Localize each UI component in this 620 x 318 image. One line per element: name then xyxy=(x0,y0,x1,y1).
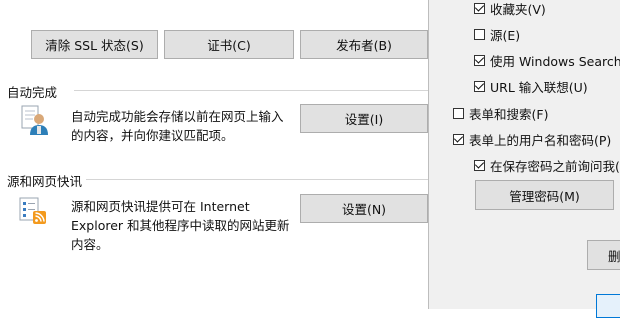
checkbox-feeds-label: 源(E) xyxy=(490,28,521,43)
feeds-description: 源和网页快讯提供可在 Internet Explorer 和其他程序中读取的网站… xyxy=(71,197,290,254)
checkbox-forms-searches-box[interactable] xyxy=(453,108,464,119)
checkbox-url-suggestions[interactable]: URL 输入联想(U) xyxy=(474,77,588,96)
delete-history-button[interactable]: 删 xyxy=(587,240,620,270)
checkbox-usernames-passwords[interactable]: 表单上的用户名和密码(P) xyxy=(453,130,611,149)
feeds-description-line1: 源和网页快讯提供可在 Internet xyxy=(71,199,250,214)
checkbox-forms-searches[interactable]: 表单和搜索(F) xyxy=(453,104,548,123)
feeds-divider xyxy=(86,179,428,180)
checkbox-forms-searches-label: 表单和搜索(F) xyxy=(469,107,549,122)
checkbox-windows-search[interactable]: 使用 Windows Search 获 xyxy=(474,51,620,70)
publishers-button[interactable]: 发布者(B) xyxy=(300,30,428,59)
clear-ssl-state-button[interactable]: 清除 SSL 状态(S) xyxy=(31,30,158,59)
checkbox-favorites-label: 收藏夹(V) xyxy=(490,2,546,17)
feeds-section-title: 源和网页快讯 xyxy=(7,174,83,189)
checkbox-windows-search-label: 使用 Windows Search 获 xyxy=(490,54,620,69)
ok-button-partial[interactable] xyxy=(596,294,620,318)
checkbox-favorites-box[interactable] xyxy=(474,3,485,14)
checkbox-favorites[interactable]: 收藏夹(V) xyxy=(474,0,546,18)
feeds-icon xyxy=(18,196,48,226)
autocomplete-description: 自动完成功能会存储以前在网页上输入 的内容，并向你建议匹配项。 xyxy=(71,107,284,145)
autocomplete-description-line2: 的内容，并向你建议匹配项。 xyxy=(71,128,234,143)
checkbox-url-suggestions-label: URL 输入联想(U) xyxy=(490,80,588,95)
checkbox-ask-before-saving-label: 在保存密码之前询问我(S xyxy=(490,159,620,174)
feeds-description-line2: Explorer 和其他程序中读取的网站更新 xyxy=(71,218,290,233)
autocomplete-settings-button[interactable]: 设置(I) xyxy=(300,104,428,133)
checkbox-usernames-passwords-label: 表单上的用户名和密码(P) xyxy=(469,133,612,148)
checkbox-feeds[interactable]: 源(E) xyxy=(474,25,520,44)
autocomplete-settings-dialog: 收藏夹(V) 源(E) 使用 Windows Search 获 URL 输入联想… xyxy=(428,0,620,318)
autocomplete-user-icon xyxy=(20,104,50,136)
autocomplete-section-title: 自动完成 xyxy=(7,85,58,100)
checkbox-url-suggestions-box[interactable] xyxy=(474,81,485,92)
autocomplete-description-line1: 自动完成功能会存储以前在网页上输入 xyxy=(71,109,284,124)
checkbox-ask-before-saving-box[interactable] xyxy=(474,160,485,171)
checkbox-usernames-passwords-box[interactable] xyxy=(453,134,464,145)
certificates-button[interactable]: 证书(C) xyxy=(164,30,294,59)
checkbox-ask-before-saving[interactable]: 在保存密码之前询问我(S xyxy=(474,156,620,175)
feeds-description-line3: 内容。 xyxy=(71,237,109,252)
feeds-settings-button[interactable]: 设置(N) xyxy=(300,194,428,223)
checkbox-feeds-box[interactable] xyxy=(474,29,485,40)
manage-passwords-button[interactable]: 管理密码(M) xyxy=(475,180,614,210)
autocomplete-divider xyxy=(74,90,428,91)
checkbox-windows-search-box[interactable] xyxy=(474,55,485,66)
